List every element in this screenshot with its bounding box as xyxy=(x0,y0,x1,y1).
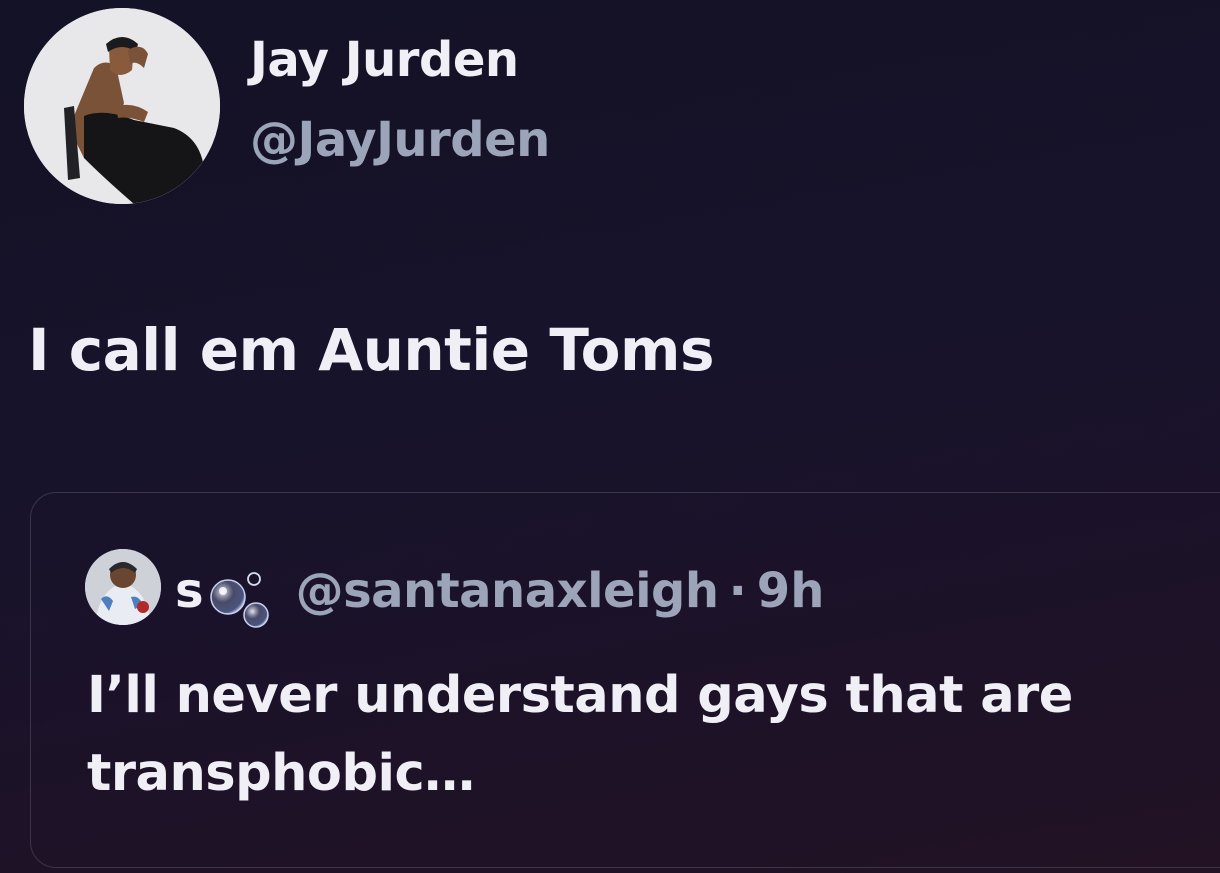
quoted-profile-photo-icon xyxy=(85,549,161,625)
quoted-tweet-header: s @santanaxleigh · 9h xyxy=(175,553,824,629)
quoted-author-avatar[interactable] xyxy=(85,549,161,625)
quoted-tweet-card[interactable]: s @santanaxleigh · 9h I’ll never underst… xyxy=(30,492,1220,868)
quoted-tweet-text: I’ll never understand gays that are tran… xyxy=(87,666,1073,803)
bubbles-emoji-icon xyxy=(206,557,284,633)
author-avatar[interactable] xyxy=(24,8,220,204)
author-display-name[interactable]: Jay Jurden xyxy=(250,32,519,88)
quoted-author-name[interactable]: s xyxy=(175,563,204,619)
quoted-tweet-time[interactable]: 9h xyxy=(757,563,825,619)
author-handle[interactable]: @JayJurden xyxy=(250,112,550,168)
profile-photo-icon xyxy=(24,8,220,204)
quoted-author-handle[interactable]: @santanaxleigh xyxy=(296,563,719,619)
separator-dot: · xyxy=(728,563,747,619)
tweet-text: I call em Auntie Toms xyxy=(28,316,714,384)
